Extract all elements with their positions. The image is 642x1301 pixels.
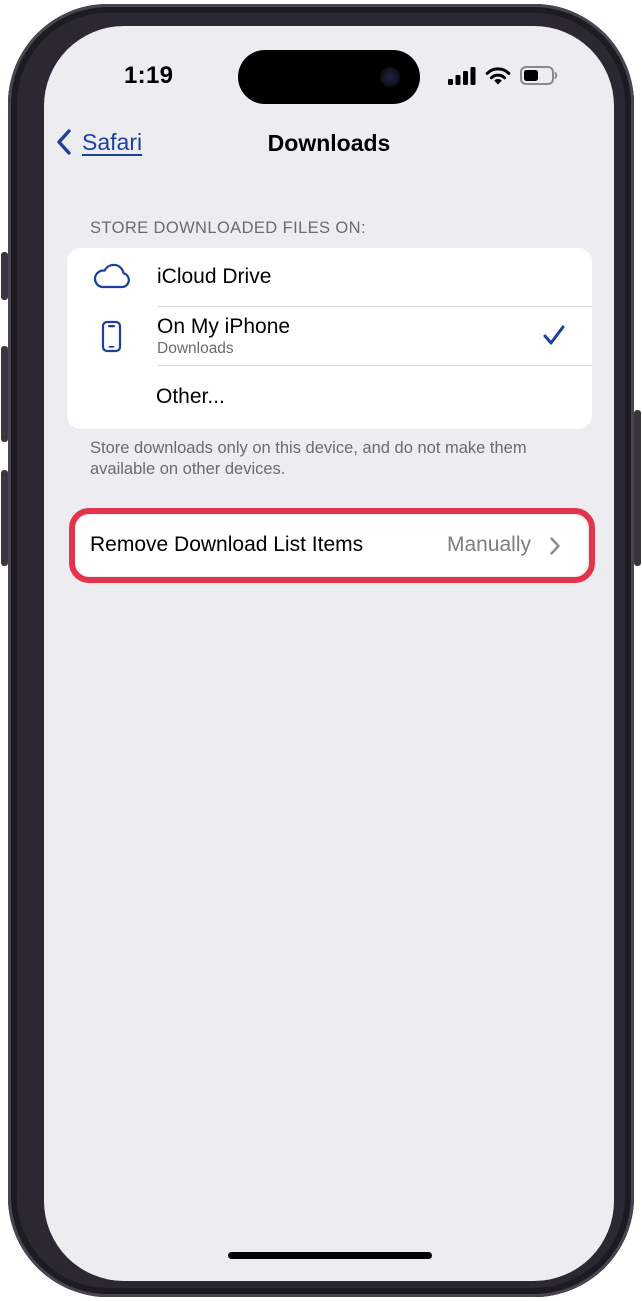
remove-download-list-items-row[interactable]: Remove Download List Items Manually: [75, 515, 587, 576]
option-other[interactable]: Other...: [67, 366, 592, 429]
option-icloud-drive[interactable]: iCloud Drive: [67, 248, 592, 306]
remove-items-label: Remove Download List Items: [90, 533, 364, 556]
chevron-left-icon: [57, 129, 71, 155]
option-label: Other...: [156, 385, 225, 408]
front-camera: [380, 67, 400, 87]
back-button-label: Safari: [82, 128, 143, 155]
option-sublabel: Downloads: [157, 340, 234, 357]
checkmark-icon: [543, 325, 565, 345]
storage-options-list: iCloud Drive On My iPhone Downloads Othe…: [67, 248, 592, 429]
storage-footer-note: Store downloads only on this device, and…: [90, 439, 527, 478]
volume-up-button: [1, 346, 8, 442]
cloud-icon: [93, 263, 130, 289]
iphone-icon: [101, 320, 122, 353]
screen: 1:19 Downloads Safari STORE DOWNLOADED F…: [44, 26, 614, 1281]
dynamic-island: [238, 50, 420, 104]
action-button: [1, 252, 8, 300]
status-icons: [448, 66, 558, 85]
power-button: [634, 410, 641, 566]
back-button[interactable]: Safari: [56, 128, 142, 156]
option-label: On My iPhone: [157, 315, 291, 338]
home-indicator[interactable]: [228, 1252, 432, 1259]
status-time: 1:19: [124, 62, 174, 89]
chevron-right-icon: [550, 537, 560, 555]
phone-frame: 1:19 Downloads Safari STORE DOWNLOADED F…: [1, 4, 641, 1297]
volume-down-button: [1, 470, 8, 566]
navigation-bar: Downloads Safari: [44, 124, 614, 168]
option-on-my-iphone[interactable]: On My iPhone Downloads: [67, 307, 592, 365]
option-label: iCloud Drive: [157, 265, 272, 288]
cellular-signal-icon: [448, 66, 476, 85]
battery-icon: [520, 66, 558, 85]
remove-items-value: Manually: [446, 533, 531, 556]
wifi-icon: [485, 67, 511, 85]
section-header: STORE DOWNLOADED FILES ON:: [90, 219, 366, 237]
